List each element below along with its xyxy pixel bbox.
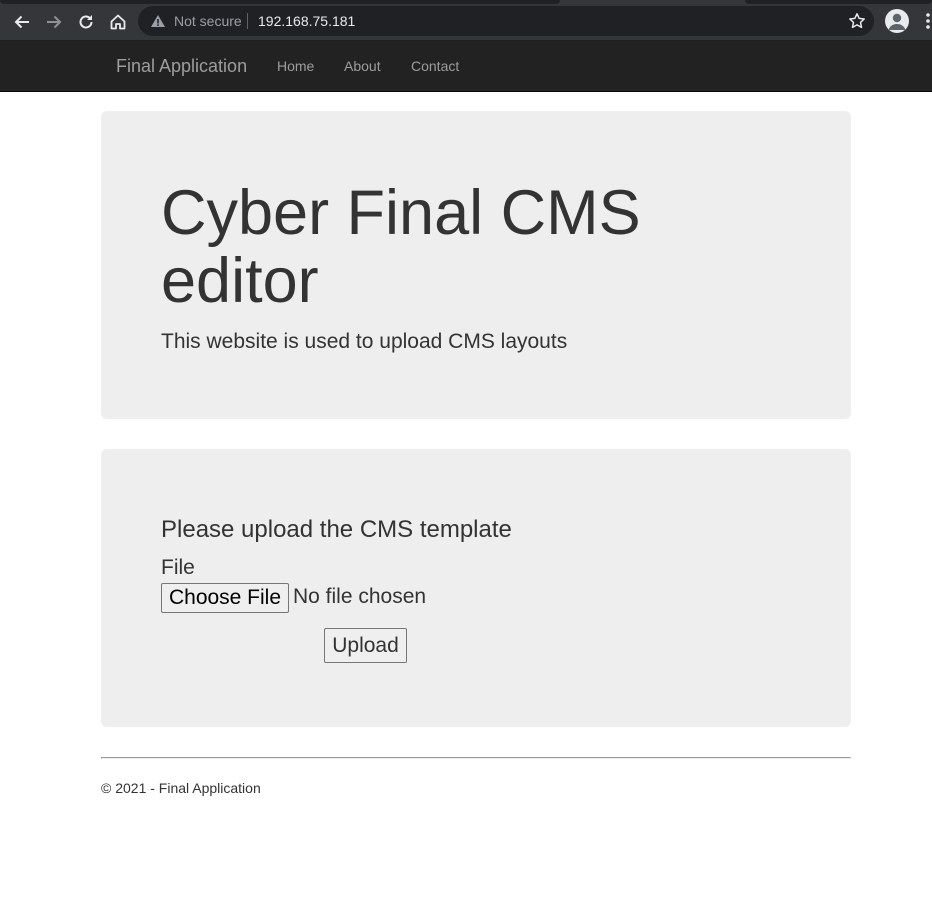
hero-jumbotron: Cyber Final CMS editor This website is u…	[101, 111, 851, 419]
home-icon	[110, 14, 126, 30]
navbar-brand-link[interactable]: Final Application	[116, 56, 247, 77]
warning-icon	[151, 15, 165, 27]
url-text[interactable]: 192.168.75.181	[258, 13, 355, 29]
reload-icon	[79, 15, 93, 29]
nav-link-home[interactable]: Home	[277, 58, 314, 74]
tab-strip-edge-right	[745, 0, 932, 4]
address-bar[interactable]: Not secure 192.168.75.181	[138, 6, 874, 36]
tab-strip-edge	[0, 0, 560, 4]
choose-file-button[interactable]: Choose File	[161, 583, 289, 613]
reload-button[interactable]	[73, 9, 99, 35]
omnibox-divider	[247, 13, 248, 29]
footer-copyright: © 2021 - Final Application	[101, 780, 261, 796]
menu-icon[interactable]	[924, 12, 932, 30]
upload-panel: Please upload the CMS template File Choo…	[101, 449, 851, 727]
file-status-text: No file chosen	[293, 585, 427, 608]
upload-heading: Please upload the CMS template	[161, 516, 512, 543]
forward-icon	[47, 15, 62, 29]
site-navbar: Final Application Home About Contact	[0, 41, 932, 92]
nav-link-contact[interactable]: Contact	[411, 58, 459, 74]
upload-button[interactable]: Upload	[324, 628, 407, 663]
browser-toolbar: Not secure 192.168.75.181	[0, 0, 932, 41]
back-icon	[14, 15, 29, 29]
nav-link-about[interactable]: About	[344, 58, 381, 74]
hero-lead-text: This website is used to upload CMS layou…	[161, 330, 568, 353]
forward-button[interactable]	[41, 9, 67, 35]
home-button[interactable]	[105, 9, 131, 35]
footer-divider	[101, 757, 851, 759]
back-button[interactable]	[9, 9, 35, 35]
page-title: Cyber Final CMS editor	[161, 178, 641, 316]
security-label[interactable]: Not secure	[174, 13, 242, 29]
file-field-label: File	[161, 556, 195, 579]
profile-icon[interactable]	[885, 9, 909, 33]
star-icon[interactable]	[848, 12, 866, 30]
